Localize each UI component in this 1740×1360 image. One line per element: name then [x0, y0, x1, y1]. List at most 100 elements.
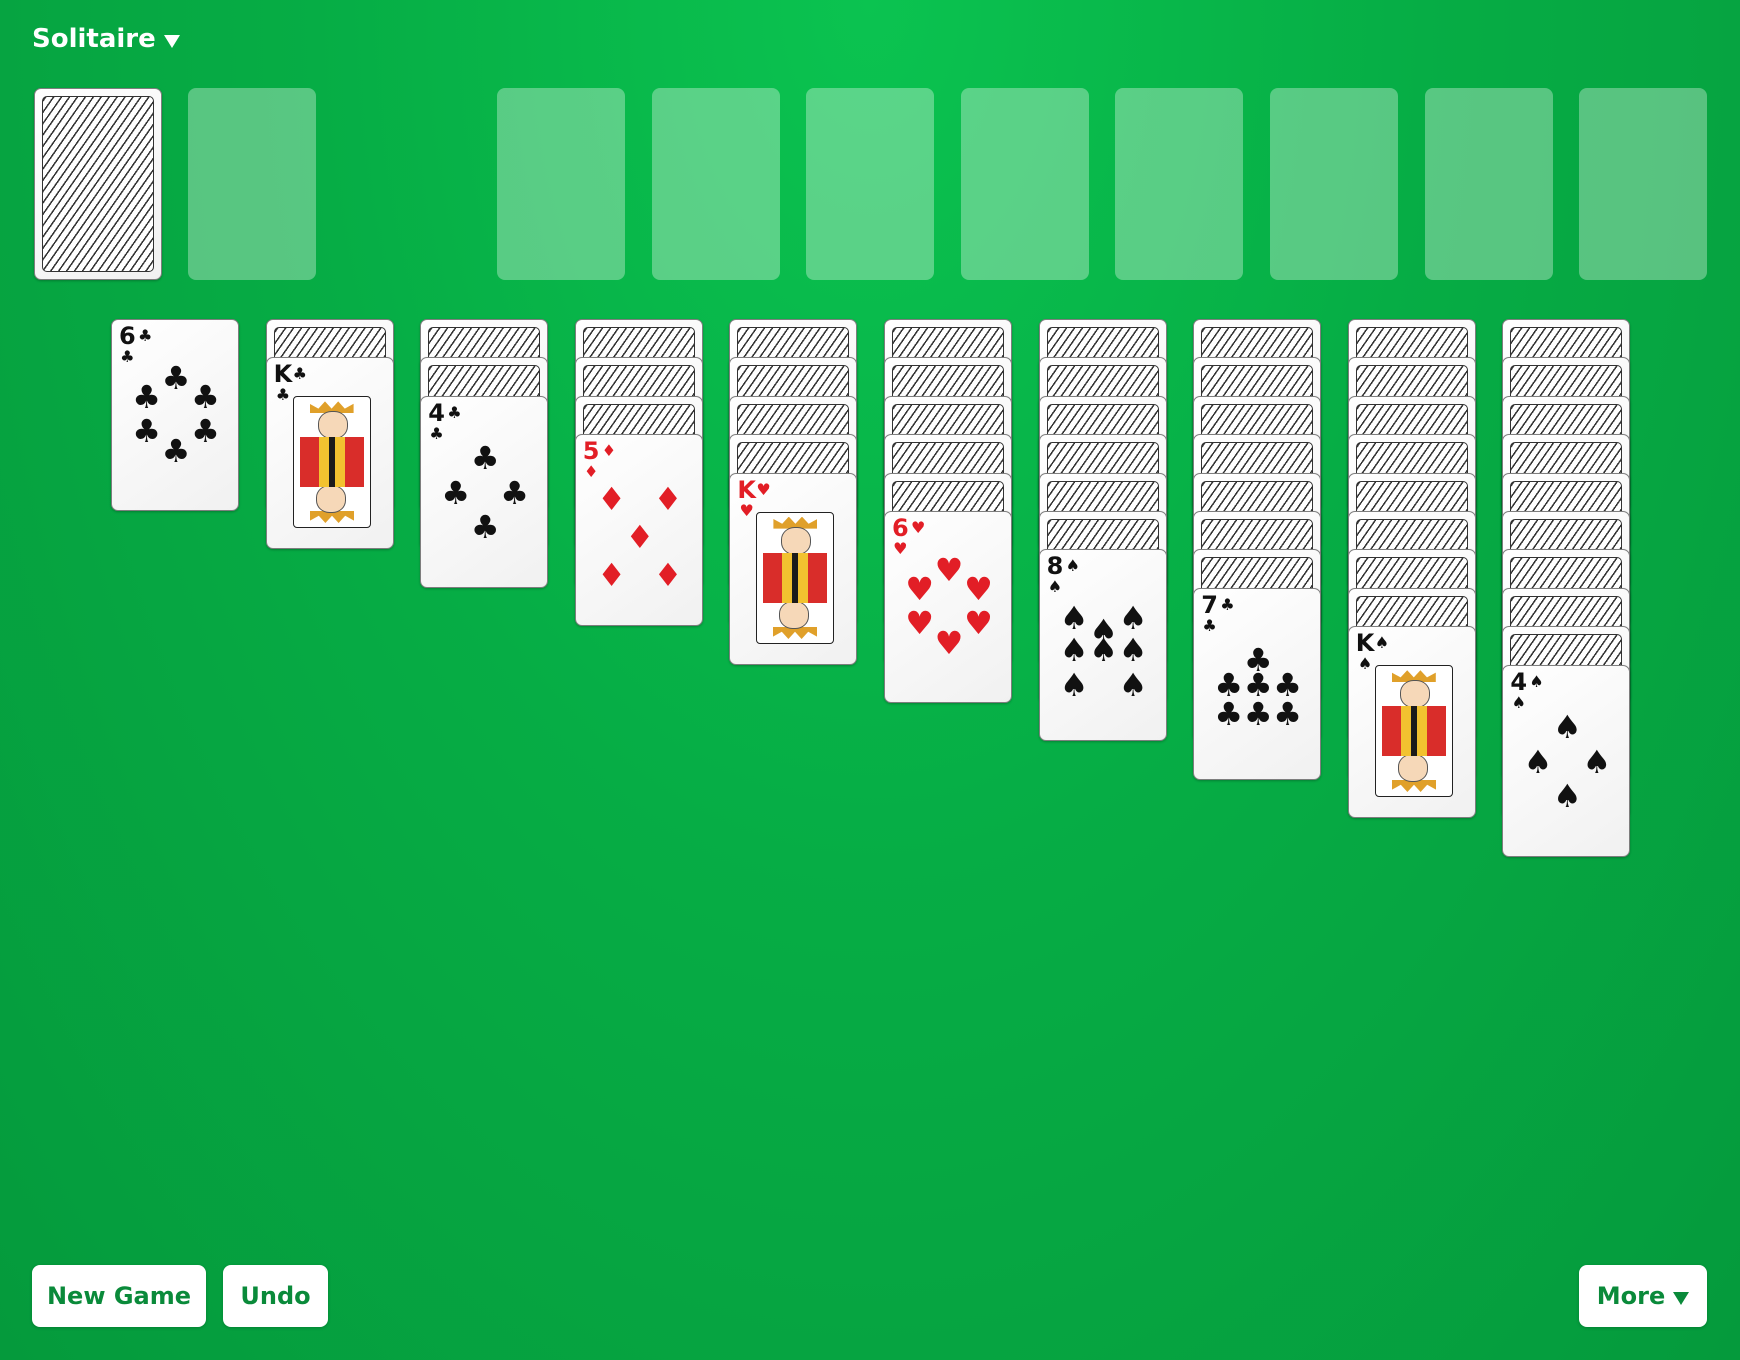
card-rank: 4: [1510, 667, 1528, 696]
spades-pip-icon: ♠: [1118, 598, 1148, 637]
card-rank: 8: [1046, 552, 1064, 581]
clubs-suit-icon: ♣: [138, 326, 153, 345]
foundation-slot-6[interactable]: [1270, 88, 1398, 280]
card-corner-index: 7 ♣: [1201, 593, 1218, 634]
more-button[interactable]: More: [1579, 1265, 1707, 1327]
foundation-slot-7[interactable]: [1424, 88, 1553, 280]
spades-suit-icon: ♠: [1065, 556, 1080, 576]
diamonds-pip-icon: ♦: [625, 517, 655, 556]
spades-pip-icon: ♠: [1582, 742, 1612, 781]
hearts-suit-icon: ♥: [739, 500, 754, 520]
card-rank: 7: [1201, 590, 1218, 619]
spades-suit-icon: ♠: [1529, 671, 1544, 691]
spades-pip-icon: ♠: [1059, 631, 1089, 670]
card-6-of-hearts[interactable]: 6 ♥ ♥ ♥ ♥ ♥ ♥ ♥ ♥: [884, 511, 1012, 703]
new-game-button[interactable]: New Game: [32, 1265, 206, 1327]
card-5-of-diamonds[interactable]: 5 ♦ ♦ ♦ ♦ ♦ ♦ ♦: [574, 434, 703, 627]
diamonds-suit-icon: ♦: [583, 462, 599, 482]
clubs-pip-icon: ♣: [132, 412, 161, 451]
hearts-pip-icon: ♥: [905, 569, 934, 608]
hearts-pip-icon: ♥: [934, 550, 964, 589]
hearts-suit-icon: ♥: [893, 539, 908, 558]
hearts-pip-icon: ♥: [964, 604, 993, 643]
clubs-suit-icon: ♣: [447, 402, 462, 422]
card-4-of-clubs[interactable]: 4 ♣ ♣ ♣ ♣ ♣ ♣: [420, 395, 549, 588]
undo-button[interactable]: Undo: [223, 1265, 328, 1327]
stock-pile[interactable]: [34, 88, 162, 280]
foundation-slot-5[interactable]: [1115, 88, 1244, 280]
card-k-of-spades[interactable]: K ♠ ♠: [1347, 626, 1476, 819]
clubs-suit-icon: ♣: [275, 385, 291, 405]
hearts-pip-icon: ♥: [964, 569, 993, 608]
card-rank: 6: [119, 322, 136, 350]
card-7-of-clubs[interactable]: 7 ♣ ♣ ♣ ♣ ♣ ♣ ♣ ♣ ♣: [1193, 587, 1322, 780]
clubs-suit-icon: ♣: [1220, 594, 1235, 614]
clubs-suit-icon: ♣: [429, 423, 444, 443]
clubs-pip-icon: ♣: [1243, 694, 1273, 733]
diamonds-pip-icon: ♦: [597, 479, 626, 518]
card-corner-index: K ♠: [1356, 631, 1375, 672]
spades-suit-icon: ♠: [1511, 692, 1526, 712]
caret-down-icon: [1673, 1291, 1690, 1305]
diamonds-pip-icon: ♦: [653, 479, 683, 518]
hearts-pip-icon: ♥: [905, 604, 934, 643]
card-rank: K: [273, 360, 293, 389]
card-rank: K: [1355, 629, 1375, 658]
card-k-of-hearts[interactable]: K ♥ ♥: [729, 472, 858, 665]
game-menu[interactable]: Solitaire: [32, 24, 180, 54]
spades-pip-icon: ♠: [1553, 777, 1582, 816]
clubs-pip-icon: ♣: [191, 377, 220, 416]
spades-pip-icon: ♠: [1523, 742, 1553, 781]
card-rank: 4: [428, 398, 445, 427]
foundation-slot-8[interactable]: [1579, 88, 1708, 280]
app-title: Solitaire: [32, 24, 156, 54]
clubs-pip-icon: ♣: [191, 412, 220, 451]
clubs-pip-icon: ♣: [470, 508, 500, 547]
clubs-pip-icon: ♣: [500, 473, 529, 512]
clubs-pip-icon: ♣: [1214, 694, 1244, 733]
card-corner-index: 6 ♥: [892, 516, 909, 557]
spades-pip-icon: ♠: [1089, 631, 1118, 670]
undo-label: Undo: [240, 1282, 311, 1310]
spades-suit-icon: ♠: [1047, 577, 1063, 597]
foundation-slot-3[interactable]: [806, 88, 935, 280]
card-rank: 6: [892, 514, 909, 542]
waste-slot[interactable]: [188, 88, 316, 280]
diamonds-pip-icon: ♦: [597, 556, 626, 595]
spades-suit-icon: ♠: [1357, 654, 1373, 674]
card-corner-index: 4 ♣: [428, 401, 445, 442]
foundation-slot-4[interactable]: [960, 88, 1089, 280]
spades-pip-icon: ♠: [1553, 708, 1582, 747]
card-corner-index: K ♥: [737, 478, 756, 519]
spades-pip-icon: ♠: [1059, 665, 1089, 704]
spades-pip-icon: ♠: [1118, 631, 1148, 670]
clubs-suit-icon: ♣: [292, 364, 307, 384]
diamonds-pip-icon: ♦: [653, 556, 683, 595]
clubs-suit-icon: ♣: [1202, 615, 1217, 635]
king-portrait-icon: [1374, 665, 1453, 798]
foundation-slot-1[interactable]: [497, 88, 625, 280]
card-rank: K: [737, 475, 756, 504]
more-label: More: [1596, 1282, 1666, 1310]
clubs-pip-icon: ♣: [161, 358, 191, 397]
card-rank: 5: [582, 437, 600, 466]
clubs-pip-icon: ♣: [161, 431, 191, 470]
card-corner-index: 6 ♣: [119, 324, 136, 365]
clubs-pip-icon: ♣: [132, 377, 161, 416]
hearts-suit-icon: ♥: [911, 518, 926, 537]
card-corner-index: 5 ♦: [583, 439, 600, 480]
card-corner-index: K ♣: [274, 362, 293, 403]
foundation-slot-2[interactable]: [651, 88, 780, 280]
card-corner-index: 8 ♠: [1047, 554, 1064, 595]
king-portrait-icon: [756, 511, 835, 644]
card-k-of-clubs[interactable]: K ♣ ♣: [265, 357, 394, 550]
card-6-of-clubs[interactable]: 6 ♣ ♣ ♣ ♣ ♣ ♣ ♣ ♣: [111, 319, 239, 511]
clubs-suit-icon: ♣: [120, 347, 135, 366]
card-corner-index: 4 ♠: [1510, 670, 1527, 711]
card-8-of-spades[interactable]: 8 ♠ ♠ ♠ ♠ ♠ ♠ ♠ ♠ ♠ ♠: [1038, 549, 1167, 742]
new-game-label: New Game: [46, 1282, 192, 1310]
diamonds-suit-icon: ♦: [601, 441, 617, 461]
spades-suit-icon: ♠: [1374, 633, 1390, 653]
clubs-pip-icon: ♣: [1273, 694, 1302, 733]
card-4-of-spades[interactable]: 4 ♠ ♠ ♠ ♠ ♠ ♠: [1502, 664, 1631, 857]
